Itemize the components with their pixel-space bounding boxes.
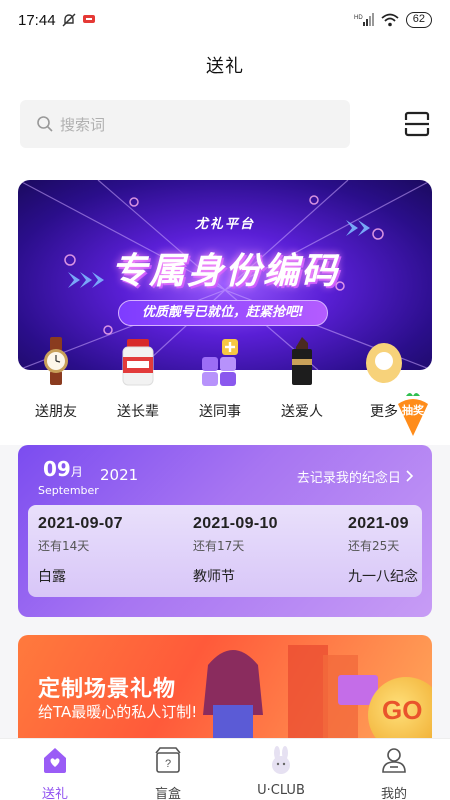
app-header: 送礼 [0,40,450,90]
more-icon [366,343,402,383]
wifi-icon [381,13,399,27]
supplement-bottle-icon [122,339,154,386]
record-anniversary-label: 去记录我的纪念日 [296,471,401,486]
blind-box-icon: ? [155,747,181,773]
promo-title: 定制场景礼物 [38,677,177,702]
banner-title: 专属身份编码 [110,251,339,292]
event-remaining: 还有25天 [348,539,400,553]
signal-icon: HD [354,13,374,26]
record-anniversary-link[interactable]: 去记录我的纪念日 [297,467,414,486]
svg-text:?: ? [165,758,171,770]
tab-label: 我的 [380,787,407,800]
anniversary-month: 09月 [43,457,83,481]
category-colleagues[interactable]: 送同事 [180,335,260,421]
scan-icon[interactable] [402,109,432,139]
event-item[interactable]: 2021-09-10 还有17天 教师节 [193,515,353,586]
svg-text:HD: HD [354,15,363,21]
bottom-tab-bar: 送礼 ? 盲盒 U·CLUB 我的 [0,738,450,800]
tab-mine[interactable]: 我的 [354,745,434,800]
category-friends[interactable]: 送朋友 [16,335,96,421]
category-elders[interactable]: 送长辈 [98,335,178,421]
status-bar: 17:44 HD 62 [0,0,450,40]
event-name: 九一八纪念 [348,569,418,585]
lottery-label-1: 抽奖 [402,403,425,417]
bunny-icon [272,746,290,774]
blocks-icon [202,339,238,386]
watch-icon [44,337,68,385]
tab-uclub[interactable]: U·CLUB [241,745,321,798]
category-label: 送长辈 [117,404,159,420]
event-date: 2021-09-10 [193,515,278,532]
event-remaining: 还有17天 [193,539,245,553]
event-date: 2021-09-07 [38,515,123,532]
banner-brand: 尤礼平台 [194,217,255,232]
month-number: 09 [43,457,71,481]
event-name: 白露 [38,569,66,585]
banner-pill: 优质靓号已就位，赶紧抢吧! [118,300,328,326]
event-remaining: 还有14天 [38,539,90,553]
month-unit: 月 [70,465,83,479]
tab-gift[interactable]: 送礼 [15,745,95,800]
category-label: 送朋友 [35,404,77,420]
message-icon [82,15,95,23]
lottery-badge[interactable]: 抽奖 [392,390,434,438]
month-english: September [38,484,99,497]
category-label: 送爱人 [281,404,323,420]
search-icon [37,116,53,132]
tab-label: U·CLUB [257,783,305,798]
lipstick-icon [292,337,312,385]
events-list: 2021-09-07 还有14天 白露 2021-09-10 还有17天 教师节… [28,505,422,597]
user-icon [382,748,406,773]
mute-icon [62,13,76,27]
event-name: 教师节 [193,569,235,585]
category-label: 送同事 [199,404,241,420]
custom-gift-banner[interactable]: 定制场景礼物 给TA最暖心的私人订制! GO [18,635,432,745]
battery-indicator: 62 [405,12,432,28]
tab-blind-box[interactable]: ? 盲盒 [128,745,208,800]
event-date: 2021-09 [348,515,409,532]
category-row: 送朋友 送长辈 送同事 送爱人 更多 [0,335,450,425]
promo-subtitle: 给TA最暖心的私人订制! [38,703,198,721]
chevron-right-icon [406,470,414,482]
tab-label: 盲盒 [154,787,181,800]
event-item[interactable]: 2021-09-07 还有14天 白露 [38,515,198,586]
go-label: GO [382,695,423,725]
home-gift-icon [44,748,66,773]
search-placeholder: 搜索词 [60,115,106,134]
search-row: 搜索词 [0,90,450,160]
anniversary-card: 09月 September 2021 去记录我的纪念日 2021-09-07 还… [18,445,432,617]
page-title: 送礼 [206,56,244,77]
anniversary-year: 2021 [100,466,139,484]
tab-label: 送礼 [41,787,68,800]
search-input[interactable]: 搜索词 [20,100,350,148]
event-item[interactable]: 2021-09 还有25天 九一八纪念 [348,515,422,586]
status-time: 17:44 [18,11,56,29]
category-lover[interactable]: 送爱人 [262,335,342,421]
